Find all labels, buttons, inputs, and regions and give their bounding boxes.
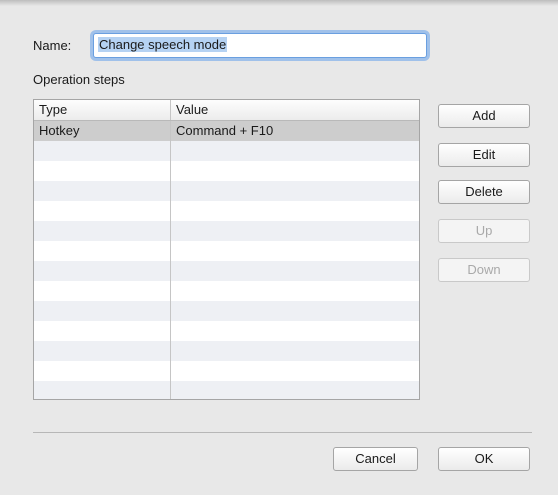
up-button[interactable]: Up [438,219,530,243]
table-row[interactable] [34,141,419,161]
column-header-type[interactable]: Type [34,100,171,120]
table-row[interactable] [34,161,419,181]
footer-divider [33,432,532,433]
table-row[interactable] [34,261,419,281]
table-row[interactable] [34,201,419,221]
table-row[interactable] [34,381,419,399]
table-row[interactable] [34,281,419,301]
cell-value [171,341,419,361]
cell-value [171,201,419,221]
name-label: Name: [33,38,72,53]
table-row[interactable] [34,321,419,341]
operation-steps-table[interactable]: Type Value Hotkey Command + F10 [33,99,420,400]
cell-value [171,241,419,261]
cell-type [34,221,171,241]
cell-value: Command + F10 [176,123,274,138]
table-body: Hotkey Command + F10 [34,121,419,399]
cell-value [171,141,419,161]
cell-value [171,361,419,381]
cell-value [171,281,419,301]
cell-value [171,161,419,181]
column-header-value[interactable]: Value [171,100,419,120]
cell-type [34,241,171,261]
table-row[interactable] [34,301,419,321]
cell-type [34,161,171,181]
add-button[interactable]: Add [438,104,530,128]
cell-value [171,321,419,341]
cell-type [34,321,171,341]
cell-type [34,261,171,281]
table-row[interactable] [34,361,419,381]
table-row-selected[interactable]: Hotkey Command + F10 [34,121,419,141]
cell-type [34,381,171,399]
cell-value [171,301,419,321]
delete-button[interactable]: Delete [438,180,530,204]
name-input-value: Change speech mode [98,37,228,52]
cell-type [34,341,171,361]
name-input[interactable]: Change speech mode [93,33,427,58]
window-top-edge [0,0,558,6]
edit-button[interactable]: Edit [438,143,530,167]
cell-value [171,261,419,281]
cancel-button[interactable]: Cancel [333,447,418,471]
cell-value [171,381,419,399]
cell-type [34,201,171,221]
cell-type [34,361,171,381]
cell-type [34,301,171,321]
table-row[interactable] [34,221,419,241]
table-row[interactable] [34,241,419,261]
cell-type [34,141,171,161]
cell-value [171,221,419,241]
ok-button[interactable]: OK [438,447,530,471]
down-button[interactable]: Down [438,258,530,282]
operation-steps-label: Operation steps [33,72,125,87]
cell-type [34,181,171,201]
table-row[interactable] [34,181,419,201]
cell-type [34,281,171,301]
table-header: Type Value [34,100,419,121]
table-row[interactable] [34,341,419,361]
cell-type: Hotkey [34,121,171,141]
cell-value [171,181,419,201]
